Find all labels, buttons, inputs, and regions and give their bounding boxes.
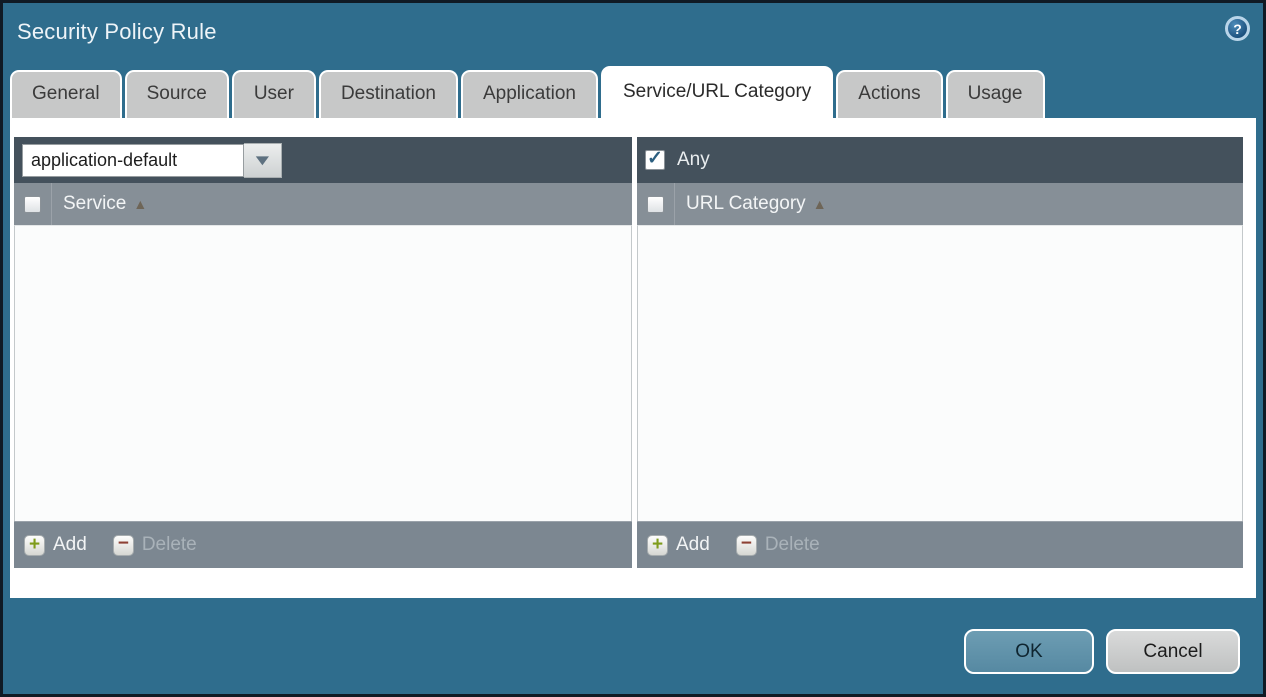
minus-icon: − xyxy=(736,535,757,556)
tab-general[interactable]: General xyxy=(10,70,122,118)
url-category-add-button[interactable]: + Add xyxy=(647,534,710,556)
url-category-table-footer: + Add − Delete xyxy=(637,521,1243,568)
sort-asc-icon[interactable]: ▲ xyxy=(813,196,827,212)
delete-button-label: Delete xyxy=(142,534,197,556)
url-category-column-header[interactable]: URL Category xyxy=(686,193,806,215)
service-type-dropdown-button[interactable]: ▼ xyxy=(244,143,282,178)
service-add-button[interactable]: + Add xyxy=(24,534,87,556)
url-category-table-body xyxy=(637,225,1243,521)
chevron-down-icon: ▼ xyxy=(251,153,273,168)
add-button-label: Add xyxy=(53,534,87,556)
url-category-delete-button[interactable]: − Delete xyxy=(736,534,820,556)
service-table-footer: + Add − Delete xyxy=(14,521,632,568)
delete-button-label: Delete xyxy=(765,534,820,556)
tab-service-url-category[interactable]: Service/URL Category xyxy=(601,66,833,118)
url-category-toolbar: ✓ Any xyxy=(637,137,1243,183)
tab-usage[interactable]: Usage xyxy=(946,70,1045,118)
tab-content-area: ▼ Service ▲ + Add − Delete xyxy=(10,118,1256,598)
minus-icon: − xyxy=(113,535,134,556)
service-type-input[interactable] xyxy=(22,144,244,177)
tab-source[interactable]: Source xyxy=(125,70,229,118)
add-button-label: Add xyxy=(676,534,710,556)
service-table-header: Service ▲ xyxy=(14,183,632,225)
cancel-button[interactable]: Cancel xyxy=(1106,629,1240,674)
any-checkbox[interactable]: ✓ xyxy=(645,150,665,170)
tab-application[interactable]: Application xyxy=(461,70,598,118)
tab-bar: General Source User Destination Applicat… xyxy=(10,66,1045,118)
tab-user[interactable]: User xyxy=(232,70,316,118)
help-icon[interactable]: ? xyxy=(1225,16,1250,41)
tab-actions[interactable]: Actions xyxy=(836,70,942,118)
check-icon: ✓ xyxy=(647,149,663,168)
ok-button[interactable]: OK xyxy=(964,629,1094,674)
security-policy-rule-dialog: Security Policy Rule ? General Source Us… xyxy=(0,0,1266,697)
service-select-all-checkbox[interactable] xyxy=(24,196,41,213)
dialog-title: Security Policy Rule xyxy=(17,19,217,45)
question-mark-glyph: ? xyxy=(1233,21,1242,37)
service-column-header[interactable]: Service xyxy=(63,193,126,215)
url-category-table-header: URL Category ▲ xyxy=(637,183,1243,225)
service-table-body xyxy=(14,225,632,521)
url-category-panel: ✓ Any URL Category ▲ + Add − Delete xyxy=(637,137,1243,568)
sort-asc-icon[interactable]: ▲ xyxy=(133,196,147,212)
service-panel: ▼ Service ▲ + Add − Delete xyxy=(14,137,632,568)
plus-icon: + xyxy=(24,535,45,556)
service-select-all-cell xyxy=(14,183,52,225)
service-type-toolbar: ▼ xyxy=(14,137,632,183)
any-checkbox-label[interactable]: Any xyxy=(677,149,710,171)
plus-icon: + xyxy=(647,535,668,556)
service-delete-button[interactable]: − Delete xyxy=(113,534,197,556)
tab-destination[interactable]: Destination xyxy=(319,70,458,118)
url-category-select-all-checkbox[interactable] xyxy=(647,196,664,213)
url-category-select-all-cell xyxy=(637,183,675,225)
